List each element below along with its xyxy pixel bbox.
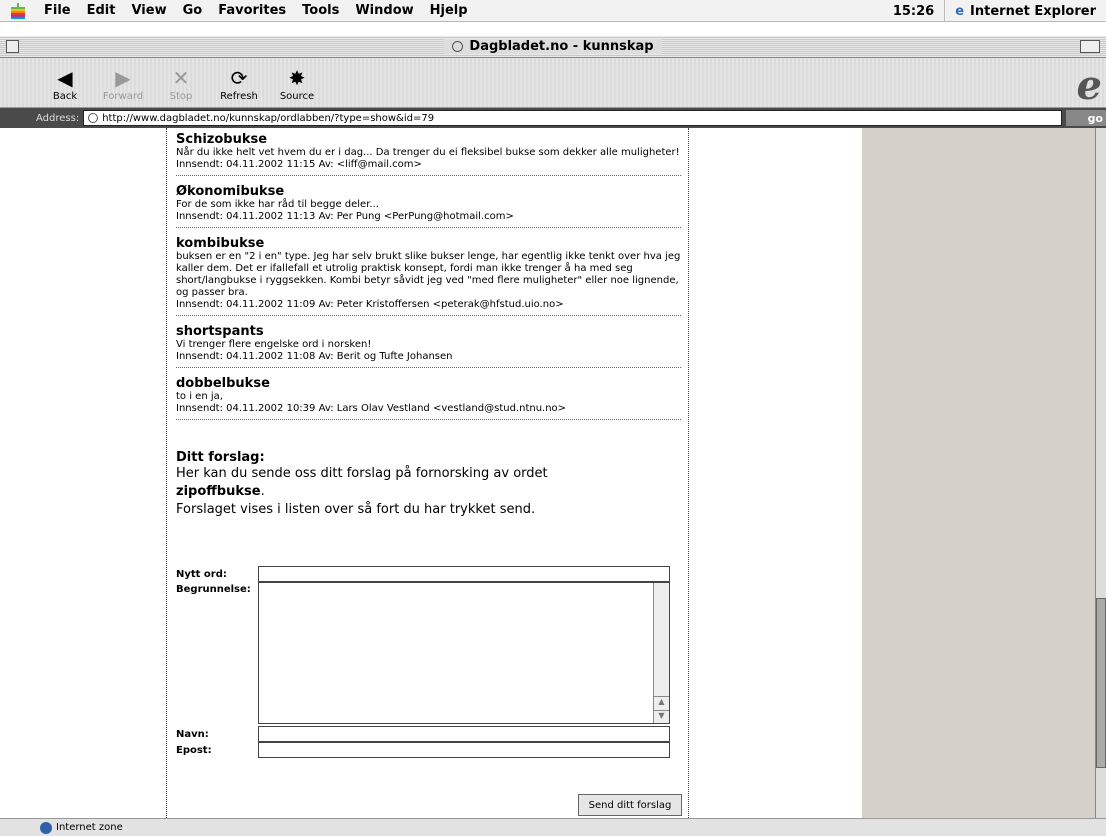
textarea-scrollbar[interactable]: ▲ ▼ bbox=[653, 583, 669, 723]
list-item: Økonomibukse For de som ikke har råd til… bbox=[176, 176, 681, 228]
forward-arrow-icon: ▶ bbox=[115, 65, 131, 90]
entry-meta: Innsendt: 04.11.2002 10:39 Av: Lars Olav… bbox=[176, 403, 567, 414]
entry-word: dobbelbukse bbox=[176, 376, 270, 391]
internet-explorer-logo-icon: e bbox=[1076, 62, 1102, 109]
go-button[interactable]: go bbox=[1066, 110, 1106, 126]
address-input[interactable]: http://www.dagbladet.no/kunnskap/ordlabb… bbox=[83, 110, 1062, 126]
address-bar: Address: http://www.dagbladet.no/kunnska… bbox=[0, 108, 1106, 128]
refresh-button[interactable]: ⟳ Refresh bbox=[210, 58, 268, 108]
form-intro-line-2: Forslaget vises i listen over så fort du… bbox=[176, 502, 536, 517]
source-star-icon: ✸ bbox=[288, 65, 306, 90]
page-scrollbar[interactable] bbox=[1095, 128, 1106, 818]
menu-window[interactable]: Window bbox=[347, 3, 421, 18]
refresh-icon: ⟳ bbox=[230, 65, 248, 90]
entry-meta: Innsendt: 04.11.2002 11:09 Av: Peter Kri… bbox=[176, 299, 564, 310]
entry-word: shortspants bbox=[176, 324, 264, 339]
url-page-icon bbox=[88, 113, 99, 123]
window-titlebar[interactable]: Dagbladet.no - kunnskap bbox=[0, 36, 1106, 58]
back-label: Back bbox=[52, 90, 78, 102]
source-label: Source bbox=[279, 90, 315, 102]
entry-word: Økonomibukse bbox=[176, 184, 285, 199]
entry-text: Når du ikke helt vet hvem du er i dag...… bbox=[176, 147, 680, 158]
window-title: Dagbladet.no - kunnskap bbox=[444, 39, 662, 54]
entry-word: Schizobukse bbox=[176, 132, 268, 147]
menu-help[interactable]: Hjelp bbox=[422, 3, 476, 18]
list-item: shortspants Vi trenger flere engelske or… bbox=[176, 316, 681, 368]
browser-toolbar: ◀ Back ▶ Forward ✕ Stop ⟳ Refresh ✸ Sour… bbox=[0, 58, 1106, 109]
web-page: Schizobukse Når du ikke helt vet hvem du… bbox=[0, 128, 1095, 818]
entry-meta: Innsendt: 04.11.2002 11:13 Av: Per Pung … bbox=[176, 211, 514, 222]
forward-button[interactable]: ▶ Forward bbox=[94, 58, 152, 108]
form-intro: Her kan du sende oss ditt forslag på for… bbox=[176, 465, 681, 519]
entry-meta: Innsendt: 04.11.2002 11:15 Av: <liff@mai… bbox=[176, 159, 422, 170]
menubar-clock[interactable]: 15:26 bbox=[883, 4, 944, 19]
window-title-text: Dagbladet.no - kunnskap bbox=[469, 39, 654, 54]
status-bar: Internet zone bbox=[0, 818, 1106, 836]
reason-label: Begrunnelse: bbox=[176, 584, 251, 595]
zoom-box[interactable] bbox=[1080, 40, 1100, 53]
list-item: Schizobukse Når du ikke helt vet hvem du… bbox=[176, 128, 681, 176]
back-arrow-icon: ◀ bbox=[57, 65, 73, 90]
entry-text: buksen er en "2 i en" type. Jeg har selv… bbox=[176, 251, 681, 298]
scroll-down-arrow-icon[interactable]: ▼ bbox=[654, 710, 669, 723]
go-label: go bbox=[1087, 111, 1103, 125]
menubar: File Edit View Go Favorites Tools Window… bbox=[0, 0, 1106, 22]
scroll-up-arrow-icon[interactable]: ▲ bbox=[654, 696, 669, 709]
refresh-label: Refresh bbox=[220, 90, 258, 102]
entry-meta: Innsendt: 04.11.2002 11:08 Av: Berit og … bbox=[176, 351, 453, 362]
close-box[interactable] bbox=[6, 40, 19, 53]
content-column: Schizobukse Når du ikke helt vet hvem du… bbox=[176, 128, 681, 519]
new-word-input[interactable] bbox=[258, 566, 670, 582]
menu-tools[interactable]: Tools bbox=[294, 3, 347, 18]
form-heading: Ditt forslag: bbox=[176, 450, 265, 465]
entry-word: kombibukse bbox=[176, 236, 265, 251]
content-column-divider bbox=[688, 128, 689, 818]
right-side-panel bbox=[862, 128, 1095, 818]
stop-button[interactable]: ✕ Stop bbox=[152, 58, 210, 108]
entry-text: For de som ikke har råd til begge deler.… bbox=[176, 199, 379, 210]
address-url: http://www.dagbladet.no/kunnskap/ordlabb… bbox=[102, 112, 435, 124]
list-item: kombibukse buksen er en "2 i en" type. J… bbox=[176, 228, 681, 316]
menu-file[interactable]: File bbox=[36, 3, 79, 18]
send-suggestion-button[interactable]: Send ditt forslag bbox=[578, 794, 682, 816]
new-word-label: Nytt ord: bbox=[176, 569, 227, 580]
list-item: dobbelbukse to i en ja, Innsendt: 04.11.… bbox=[176, 368, 681, 420]
stop-label: Stop bbox=[169, 90, 193, 102]
form-intro-line-1: Her kan du sende oss ditt forslag på for… bbox=[176, 466, 548, 481]
address-label: Address: bbox=[36, 112, 80, 124]
left-column-divider bbox=[166, 128, 167, 818]
application-menu[interactable]: e Internet Explorer bbox=[944, 0, 1106, 22]
scroll-thumb[interactable] bbox=[1096, 598, 1106, 768]
forward-label: Forward bbox=[102, 90, 144, 102]
name-label: Navn: bbox=[176, 729, 209, 740]
internet-explorer-icon: e bbox=[955, 3, 965, 19]
globe-icon bbox=[40, 821, 52, 834]
menu-edit[interactable]: Edit bbox=[79, 3, 124, 18]
email-label: Epost: bbox=[176, 745, 212, 756]
stop-x-icon: ✕ bbox=[172, 65, 190, 90]
target-word-period: . bbox=[260, 484, 265, 499]
apple-menu-icon[interactable] bbox=[0, 0, 36, 22]
menu-go[interactable]: Go bbox=[175, 3, 211, 18]
target-word: zipoffbukse bbox=[176, 484, 261, 499]
menu-favorites[interactable]: Favorites bbox=[210, 3, 294, 18]
security-zone: Internet zone bbox=[56, 822, 123, 833]
source-button[interactable]: ✸ Source bbox=[268, 58, 326, 108]
reason-textarea[interactable]: ▲ ▼ bbox=[258, 582, 670, 724]
menu-view[interactable]: View bbox=[123, 3, 174, 18]
email-input[interactable] bbox=[258, 742, 670, 758]
page-icon bbox=[452, 41, 464, 52]
application-name: Internet Explorer bbox=[970, 3, 1096, 19]
entry-text: Vi trenger flere engelske ord i norsken! bbox=[176, 339, 372, 350]
send-suggestion-label: Send ditt forslag bbox=[588, 799, 672, 811]
name-input[interactable] bbox=[258, 726, 670, 742]
back-button[interactable]: ◀ Back bbox=[36, 58, 94, 108]
entry-text: to i en ja, bbox=[176, 391, 223, 402]
